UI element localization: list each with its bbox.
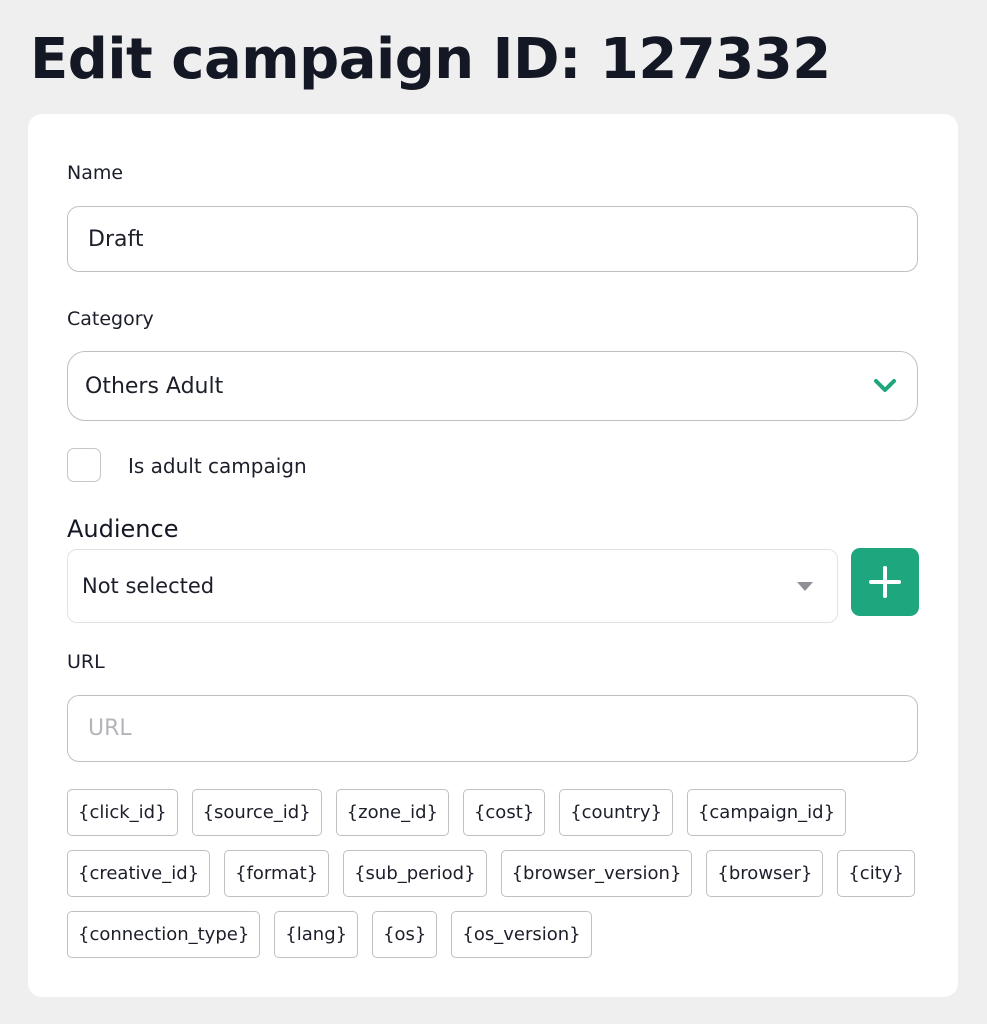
category-label: Category (67, 308, 154, 330)
url-label: URL (67, 651, 105, 673)
adult-campaign-label[interactable]: Is adult campaign (128, 453, 307, 479)
plus-icon (869, 566, 901, 598)
macro-tag[interactable]: {os} (372, 911, 438, 958)
edit-campaign-form: Name Category Others Adult Is adult camp… (28, 114, 958, 997)
category-select[interactable]: Others Adult (67, 351, 918, 421)
url-input[interactable] (67, 695, 918, 762)
audience-select[interactable]: Not selected (67, 549, 838, 623)
audience-selected-value: Not selected (82, 574, 215, 598)
macro-tag[interactable]: {country} (559, 789, 673, 836)
macro-tag[interactable]: {os_version} (451, 911, 592, 958)
name-label: Name (67, 162, 124, 184)
macro-tag[interactable]: {city} (837, 850, 915, 897)
name-input[interactable] (67, 206, 918, 272)
macro-tag[interactable]: {campaign_id} (686, 789, 847, 836)
macro-tag[interactable]: {click_id} (67, 789, 178, 836)
macro-tag[interactable]: {sub_period} (343, 850, 487, 897)
macro-tag[interactable]: {zone_id} (335, 789, 449, 836)
chevron-down-icon (870, 371, 900, 401)
macro-tag[interactable]: {lang} (274, 911, 359, 958)
macro-tag[interactable]: {browser} (706, 850, 824, 897)
caret-down-icon (797, 581, 813, 591)
macro-tag-list: {click_id} {source_id} {zone_id} {cost} {cou… (67, 789, 927, 958)
macro-tag[interactable]: {cost} (462, 789, 546, 836)
macro-tag[interactable]: {browser_version} (500, 850, 693, 897)
macro-tag[interactable]: {source_id} (191, 789, 322, 836)
macro-tag[interactable]: {format} (224, 850, 330, 897)
page-title: Edit campaign ID: 127332 (30, 27, 831, 92)
add-audience-button[interactable] (851, 548, 919, 616)
adult-campaign-checkbox[interactable] (67, 448, 101, 482)
audience-label: Audience (67, 515, 179, 543)
macro-tag[interactable]: {creative_id} (67, 850, 211, 897)
category-selected-value: Others Adult (85, 373, 224, 399)
macro-tag[interactable]: {connection_type} (67, 911, 261, 958)
